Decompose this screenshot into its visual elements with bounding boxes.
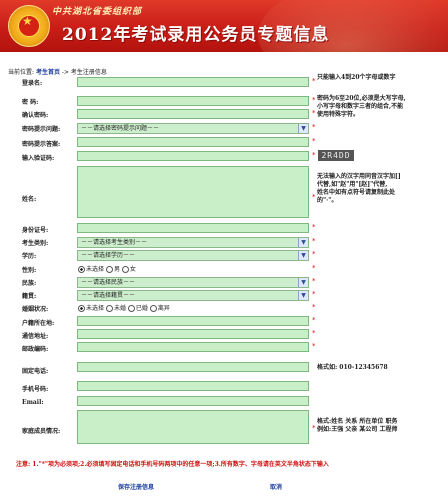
password-hint: 密码为6至20位,必须是大写字母, 小写字母和数字三者的组合,不能 使用特殊字符… [317, 95, 406, 118]
captcha-image[interactable]: 2R4DD [318, 150, 354, 161]
chevron-down-icon[interactable]: ▼ [298, 278, 308, 287]
marital-radio-divorced[interactable] [149, 305, 157, 312]
address-input[interactable] [77, 329, 309, 339]
gender-radio-group: 未选择 男 女 [78, 264, 136, 273]
captcha-input[interactable] [77, 151, 309, 161]
mobile-input[interactable] [77, 381, 309, 391]
gender-radio-none[interactable] [78, 266, 85, 273]
phone-input[interactable] [77, 362, 309, 372]
chevron-down-icon[interactable]: ▼ [298, 251, 308, 260]
marital-label: 婚姻状况: [22, 306, 49, 313]
gender-radio-male[interactable] [105, 266, 113, 273]
hukou-label: 户籍所在地: [22, 320, 55, 327]
login-label: 登录名: [22, 80, 43, 87]
name-input[interactable] [77, 166, 309, 218]
ethnicity-label: 民族: [22, 280, 37, 287]
name-hint: 无法输入的汉字用同音汉字加[] 代替,如"赵"用"[赵]"代替, 姓名中如有点符… [317, 173, 401, 204]
login-hint: 只能输入4到20个字母或数字 [317, 74, 396, 81]
address-label: 通信地址: [22, 333, 49, 340]
org-name: 中共湖北省委组织部 [52, 7, 143, 17]
breadcrumb-prefix: 当前位置: [8, 69, 35, 76]
hukou-input[interactable] [77, 316, 309, 326]
national-emblem-icon: ★ [8, 5, 50, 47]
postcode-input[interactable] [77, 342, 309, 352]
family-hint: 格式:姓名 关系 所在单位 职务 例如:王强 父亲 某公司 工程师 [317, 418, 398, 433]
marital-radio-none[interactable] [78, 305, 85, 312]
password-question-select[interactable]: －－请选择密码提示问题－－ ▼ [77, 123, 309, 134]
gender-radio-female[interactable] [121, 266, 129, 273]
marital-radio-married[interactable] [127, 305, 135, 312]
ethnicity-select[interactable]: －－请选择民族－－ ▼ [77, 277, 309, 288]
marital-radio-single[interactable] [105, 305, 113, 312]
marital-radio-group: 未选择 未婚 已婚 离异 [78, 303, 170, 312]
category-select[interactable]: －－请选择考生类别－－ ▼ [77, 237, 309, 248]
family-label: 家庭成员情况: [22, 428, 61, 435]
gender-label: 性别: [22, 267, 37, 274]
origin-select[interactable]: －－请选择籍贯－－ ▼ [77, 290, 309, 301]
mobile-label: 手机号码: [22, 386, 49, 393]
required-fields-warning: 注意: 1."*"项为必须项;2.必须填写固定电话和手机号码两项中的任意一项;3… [16, 461, 329, 468]
captcha-label: 输入验证码: [22, 155, 55, 162]
phone-hint: 格式如: 010-12345678 [317, 364, 388, 371]
breadcrumb-home-link[interactable]: 考生首页 [36, 69, 60, 76]
id-number-input[interactable] [77, 223, 309, 233]
breadcrumb-current: 考生注册信息 [70, 69, 107, 76]
breadcrumb-separator: -> [61, 69, 69, 76]
password-answer-label: 密码提示答案: [22, 141, 61, 148]
chevron-down-icon[interactable]: ▼ [298, 291, 308, 300]
save-button[interactable]: 保存注册信息 [118, 482, 154, 491]
password-input[interactable] [77, 96, 309, 106]
confirm-password-label: 确认密码: [22, 112, 49, 119]
name-label: 姓名: [22, 196, 37, 203]
phone-label: 固定电话: [22, 368, 49, 375]
cancel-button[interactable]: 取消 [270, 482, 282, 491]
email-input[interactable] [77, 396, 309, 406]
education-label: 学历: [22, 253, 37, 260]
breadcrumb: 当前位置: 考生首页 -> 考生注册信息 [8, 67, 107, 76]
header-banner: ★ 中共湖北省委组织部 2012年考试录用公务员专题信息 [0, 0, 448, 52]
page-title: 2012年考试录用公务员专题信息 [62, 25, 330, 45]
password-answer-input[interactable] [77, 137, 309, 147]
password-question-label: 密码提示问题: [22, 126, 61, 133]
category-label: 考生类别: [22, 240, 49, 247]
password-label: 密 码: [22, 99, 39, 106]
education-select[interactable]: －－请选择学历－－ ▼ [77, 250, 309, 261]
email-label: Email: [22, 399, 44, 406]
origin-label: 籍贯: [22, 293, 37, 300]
family-textarea[interactable] [77, 410, 309, 444]
confirm-password-input[interactable] [77, 109, 309, 119]
postcode-label: 邮政编码: [22, 346, 49, 353]
login-input[interactable] [77, 77, 309, 87]
id-number-label: 身份证号: [22, 227, 49, 234]
chevron-down-icon[interactable]: ▼ [298, 238, 308, 247]
chevron-down-icon[interactable]: ▼ [298, 124, 308, 133]
